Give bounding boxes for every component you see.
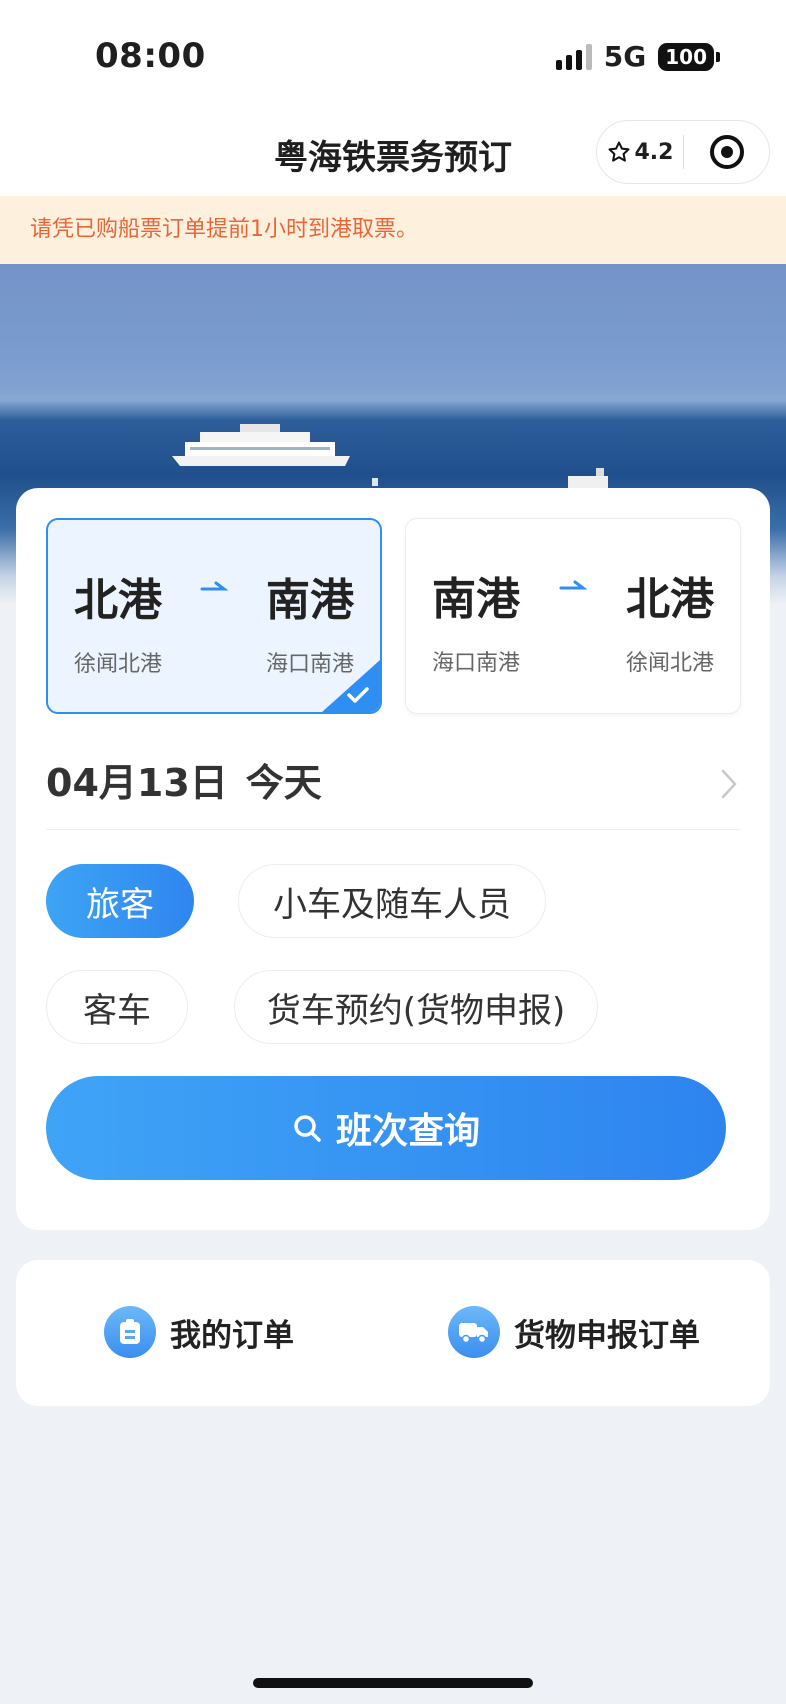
orders-card: 我的订单 货物申报订单 <box>16 1260 770 1406</box>
chevron-right-icon <box>721 769 737 799</box>
rating-button[interactable]: 4.2 <box>597 140 683 165</box>
search-icon <box>294 1115 321 1142</box>
notice-banner: 请凭已购船票订单提前1小时到港取票。 <box>0 196 786 264</box>
my-orders-button[interactable]: 我的订单 <box>104 1306 294 1358</box>
category-car-with-passengers[interactable]: 小车及随车人员 <box>238 864 546 938</box>
home-indicator[interactable] <box>253 1678 533 1688</box>
cargo-orders-label: 货物申报订单 <box>514 1317 700 1354</box>
category-passenger[interactable]: 旅客 <box>46 864 194 938</box>
route-from: 北港 <box>74 575 162 626</box>
date-selector[interactable]: 04月13日 今天 <box>46 750 740 830</box>
network-type: 5G <box>603 40 647 73</box>
route-from: 南港 <box>432 574 520 625</box>
cargo-orders-button[interactable]: 货物申报订单 <box>448 1306 700 1358</box>
status-time: 08:00 <box>95 36 206 76</box>
status-bar: 08:00 5G 100 <box>0 0 786 110</box>
route-to: 北港 <box>626 574 714 625</box>
ferry-ship-icon <box>172 424 350 466</box>
close-program-button[interactable] <box>684 135 769 169</box>
nav-bar: 粤海铁票务预订 4.2 <box>0 110 786 196</box>
date-label: 今天 <box>245 761 322 805</box>
category-bus[interactable]: 客车 <box>46 970 188 1044</box>
star-icon <box>608 141 629 162</box>
category-truck-booking[interactable]: 货车预约(货物申报) <box>234 970 598 1044</box>
route-option-south-to-north[interactable]: 南港 北港 海口南港 徐闻北港 <box>405 518 741 714</box>
rating-value: 4.2 <box>634 139 674 165</box>
clipboard-icon <box>104 1306 156 1358</box>
arrow-right-icon <box>200 581 228 591</box>
truck-icon <box>448 1306 500 1358</box>
my-orders-label: 我的订单 <box>170 1317 294 1354</box>
route-to: 南港 <box>266 575 354 626</box>
mini-program-capsule: 4.2 <box>596 120 770 184</box>
arrow-right-icon <box>559 580 587 590</box>
check-icon <box>347 687 369 703</box>
route-from-port: 海口南港 <box>432 651 521 676</box>
battery-level: 100 <box>658 42 714 71</box>
route-from-port: 徐闻北港 <box>74 652 163 677</box>
date-value: 04月13日 <box>46 761 228 805</box>
search-card: 北港 南港 徐闻北港 海口南港 南港 北港 海口南港 徐闻北港 04月13日 今… <box>16 488 770 1230</box>
signal-icon <box>555 43 592 70</box>
target-icon <box>709 135 744 169</box>
search-button-label: 班次查询 <box>335 1111 480 1152</box>
search-schedule-button[interactable]: 班次查询 <box>46 1076 726 1180</box>
battery-icon: 100 <box>658 42 720 71</box>
route-to-port: 徐闻北港 <box>625 651 714 676</box>
route-option-north-to-south[interactable]: 北港 南港 徐闻北港 海口南港 <box>46 518 382 714</box>
status-indicators: 5G 100 <box>555 40 720 73</box>
